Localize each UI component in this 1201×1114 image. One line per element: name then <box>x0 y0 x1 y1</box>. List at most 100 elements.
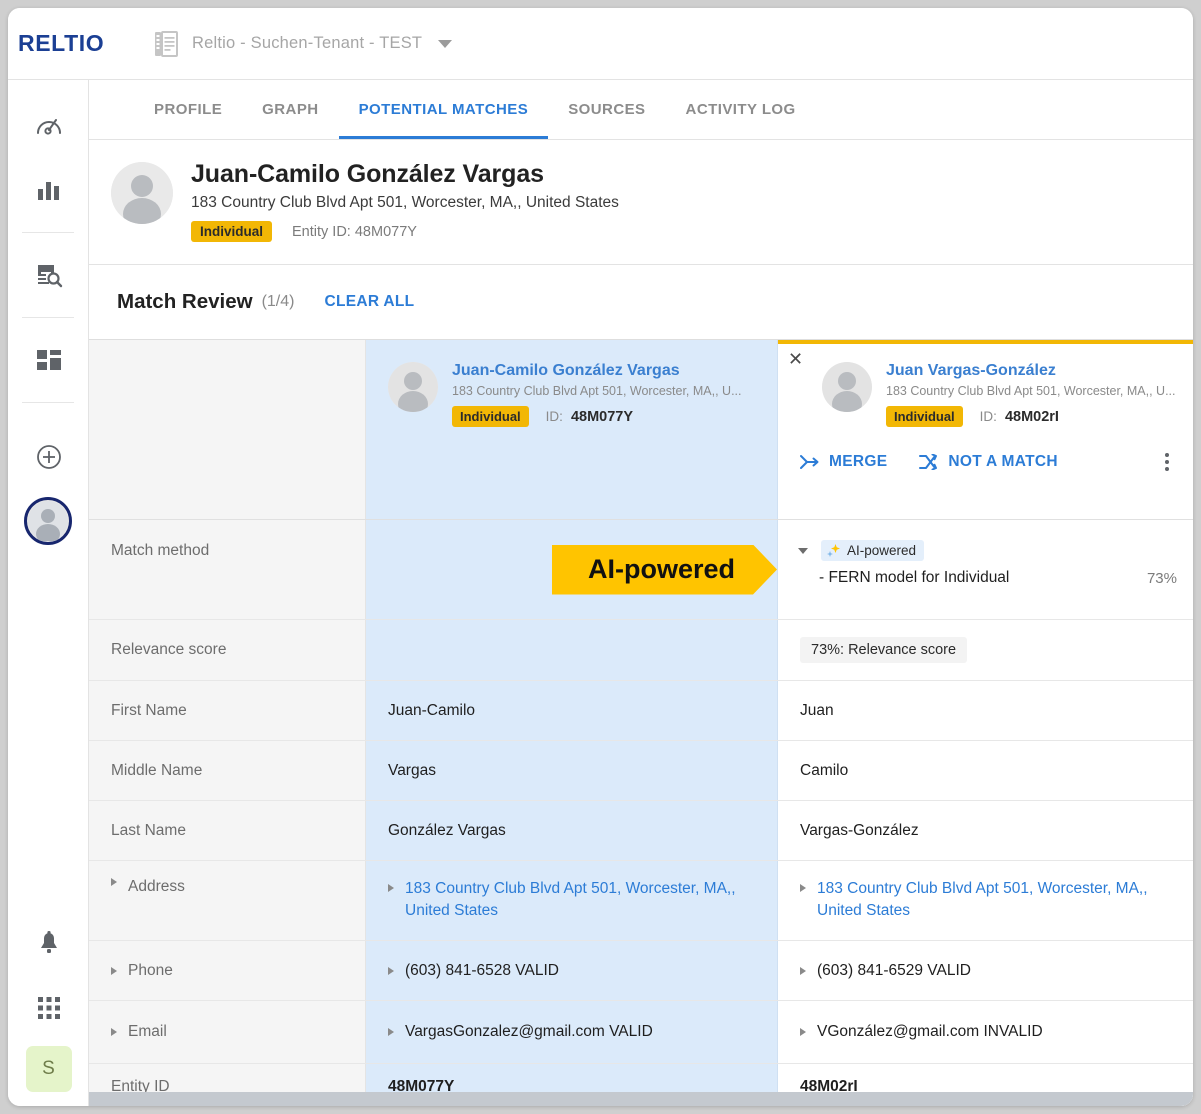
row-label-first-name: First Name <box>89 681 366 740</box>
candidate-value-last-name: Vargas-González <box>778 801 1193 860</box>
dashboard-tiles-icon <box>35 347 63 373</box>
page-title: Juan-Camilo González Vargas <box>191 160 619 189</box>
user-initial-badge[interactable]: S <box>26 1046 72 1092</box>
chevron-down-icon[interactable] <box>798 548 808 554</box>
source-card-person: Juan-Camilo González Vargas 183 Country … <box>388 362 765 427</box>
chevron-down-icon[interactable] <box>438 40 452 48</box>
bell-icon <box>37 931 61 957</box>
relevance-score-source-cell <box>366 620 778 680</box>
source-value-last-name: González Vargas <box>366 801 778 860</box>
candidate-address-text[interactable]: 183 Country Club Blvd Apt 501, Worcester… <box>817 878 1179 923</box>
shuffle-split-icon <box>919 454 948 470</box>
chevron-right-icon[interactable] <box>800 1028 806 1036</box>
row-label-phone[interactable]: Phone <box>89 941 366 1000</box>
chevron-right-icon[interactable] <box>800 967 806 975</box>
candidate-card-meta: Individual ID: 48M02rI <box>886 406 1175 427</box>
row-label-last-name: Last Name <box>89 801 366 860</box>
sidebar-item-analytics[interactable] <box>8 158 89 222</box>
candidate-actions: MERGE N <box>800 453 1181 471</box>
sidebar-item-add[interactable] <box>8 425 89 489</box>
sidebar-item-profile[interactable] <box>8 497 88 545</box>
sidebar-item-notifications[interactable] <box>8 912 89 976</box>
not-a-match-label: NOT A MATCH <box>948 453 1057 471</box>
candidate-value-phone: (603) 841-6529 VALID <box>778 941 1193 1000</box>
source-entity-name[interactable]: Juan-Camilo González Vargas <box>452 362 741 380</box>
chevron-right-icon[interactable] <box>800 884 806 892</box>
source-address-text[interactable]: 183 Country Club Blvd Apt 501, Worcester… <box>405 878 763 923</box>
ai-powered-chip-label: AI-powered <box>847 543 916 558</box>
entity-tabs: PROFILE GRAPH POTENTIAL MATCHES SOURCES … <box>89 80 1193 140</box>
horizontal-scrollbar[interactable] <box>89 1092 1193 1106</box>
row-label-middle-name: Middle Name <box>89 741 366 800</box>
sidebar-item-workspaces[interactable] <box>8 328 89 392</box>
row-label-email[interactable]: Email <box>89 1001 366 1063</box>
clear-all-button[interactable]: CLEAR ALL <box>324 293 414 311</box>
source-entity-address: 183 Country Club Blvd Apt 501, Worcester… <box>452 384 741 398</box>
chevron-right-icon[interactable] <box>388 884 394 892</box>
candidate-value-email: VGonzález@gmail.com INVALID <box>778 1001 1193 1063</box>
table-row: Middle Name Vargas Camilo <box>89 741 1193 801</box>
merge-button[interactable]: MERGE <box>800 453 887 471</box>
source-value-middle-name: Vargas <box>366 741 778 800</box>
source-phone-text: (603) 841-6528 VALID <box>405 962 559 980</box>
table-row: First Name Juan-Camilo Juan <box>89 681 1193 741</box>
tab-profile[interactable]: PROFILE <box>134 80 242 139</box>
sidebar-item-dashboard[interactable] <box>8 94 89 158</box>
sidebar-item-apps[interactable] <box>8 976 89 1040</box>
kebab-more-icon[interactable] <box>1165 453 1169 471</box>
source-id-value: 48M077Y <box>571 409 633 425</box>
match-method-chip-line: AI-powered <box>798 540 1177 561</box>
match-review-count: (1/4) <box>262 293 295 311</box>
match-method-label: Match method <box>89 520 366 619</box>
source-entity-card: Juan-Camilo González Vargas 183 Country … <box>366 340 778 519</box>
candidate-card-info: Juan Vargas-González 183 Country Club Bl… <box>886 362 1175 427</box>
dashboard-gauge-icon <box>34 111 64 141</box>
tenant-selector[interactable]: Reltio - Suchen-Tenant - TEST <box>154 31 452 57</box>
call-merge-icon <box>800 454 829 470</box>
candidate-entity-name[interactable]: Juan Vargas-González <box>886 362 1175 380</box>
avatar <box>111 162 173 224</box>
sidebar-item-search[interactable] <box>8 243 89 307</box>
chevron-right-icon[interactable] <box>111 878 117 886</box>
status-badge: Individual <box>886 406 963 427</box>
match-comparison-grid: Juan-Camilo González Vargas 183 Country … <box>89 339 1193 1106</box>
tab-sources[interactable]: SOURCES <box>548 80 665 139</box>
match-method-source-cell: AI-powered <box>366 520 778 619</box>
source-value-address: 183 Country Club Blvd Apt 501, Worcester… <box>366 861 778 940</box>
chevron-right-icon[interactable] <box>388 967 394 975</box>
table-row: Address 183 Country Club Blvd Apt 501, W… <box>89 861 1193 941</box>
entity-header: Juan-Camilo González Vargas 183 Country … <box>89 140 1193 265</box>
table-row: Phone (603) 841-6528 VALID (603) 841-652… <box>89 941 1193 1001</box>
ai-powered-chip: AI-powered <box>821 540 924 561</box>
avatar <box>822 362 872 412</box>
chevron-right-icon[interactable] <box>388 1028 394 1036</box>
candidate-entity-address: 183 Country Club Blvd Apt 501, Worcester… <box>886 384 1175 398</box>
tab-activity-log[interactable]: ACTIVITY LOG <box>666 80 816 139</box>
chevron-right-icon[interactable] <box>111 1028 117 1036</box>
reltio-logo[interactable]: RELTIO <box>18 30 126 57</box>
source-value-phone: (603) 841-6528 VALID <box>366 941 778 1000</box>
tab-graph[interactable]: GRAPH <box>242 80 338 139</box>
candidate-id-value: 48M02rI <box>1005 409 1059 425</box>
chevron-right-icon[interactable] <box>111 967 117 975</box>
header-label-cell <box>89 340 366 519</box>
close-icon[interactable]: ✕ <box>788 350 803 368</box>
candidate-value-middle-name: Camilo <box>778 741 1193 800</box>
match-method-detail: - FERN model for Individual 73% <box>798 569 1177 587</box>
source-card-meta: Individual ID: 48M077Y <box>452 406 741 427</box>
top-bar: RELTIO Reltio - Suchen-Tenant - TEST <box>8 8 1193 80</box>
relevance-score-candidate-cell: 73%: Relevance score <box>778 620 1193 680</box>
entity-address: 183 Country Club Blvd Apt 501, Worcester… <box>191 194 619 212</box>
rail-bottom-group: S <box>8 912 89 1106</box>
not-a-match-button[interactable]: NOT A MATCH <box>919 453 1057 471</box>
add-circle-icon <box>35 443 63 471</box>
source-value-email: VargasGonzalez@gmail.com VALID <box>366 1001 778 1063</box>
match-method-row: Match method AI-powered <box>89 520 1193 620</box>
source-id-label: ID: <box>546 409 563 424</box>
tab-potential-matches[interactable]: POTENTIAL MATCHES <box>339 80 549 139</box>
row-label-address-text: Address <box>128 878 185 896</box>
comparison-header-row: Juan-Camilo González Vargas 183 Country … <box>89 340 1193 520</box>
row-label-address[interactable]: Address <box>89 861 366 940</box>
candidate-entity-card: ✕ Juan Vargas-González 183 Country Club … <box>778 340 1193 519</box>
status-badge: Individual <box>452 406 529 427</box>
